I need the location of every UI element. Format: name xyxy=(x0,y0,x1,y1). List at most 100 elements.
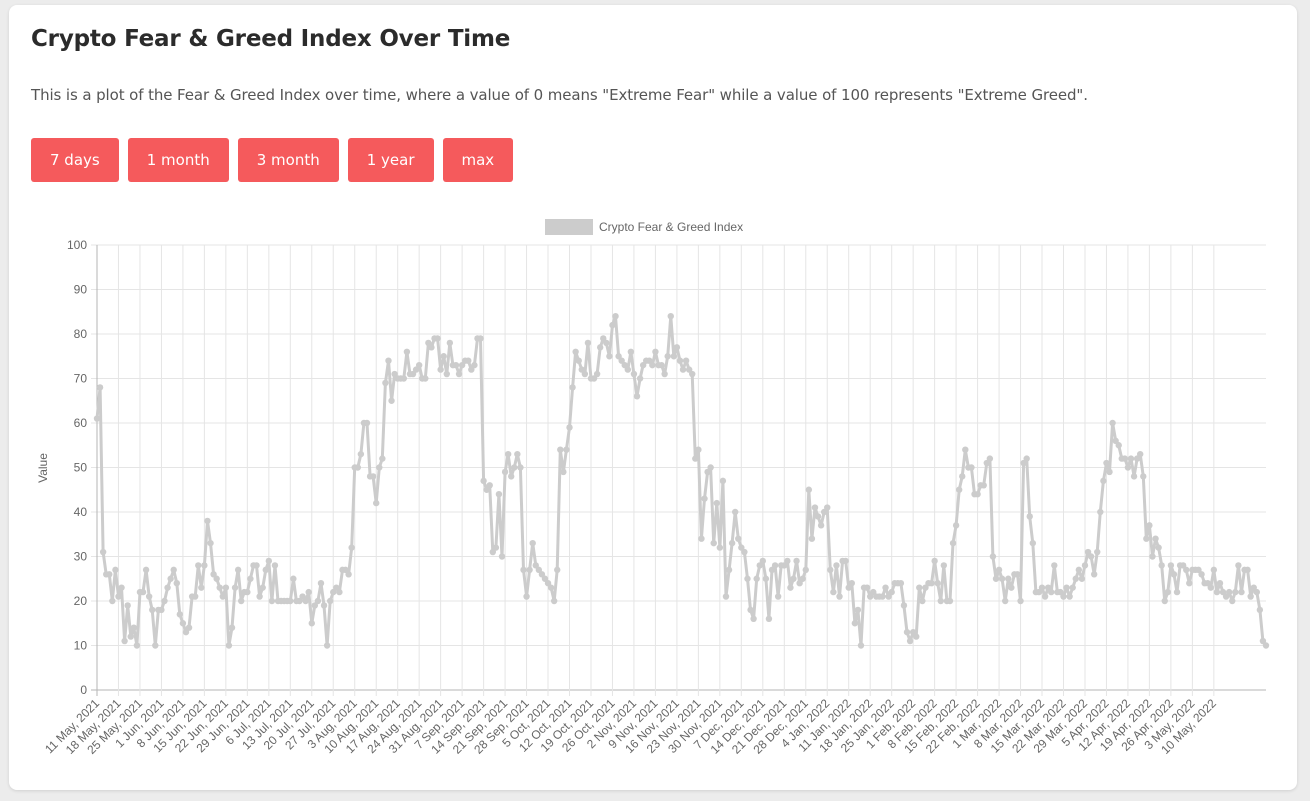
data-point xyxy=(354,464,362,471)
data-point xyxy=(897,580,905,587)
data-point xyxy=(1152,535,1159,542)
data-point xyxy=(1164,588,1172,596)
data-point xyxy=(550,597,558,605)
legend-swatch xyxy=(545,219,593,235)
data-point xyxy=(495,491,503,498)
data-point xyxy=(106,571,113,578)
data-point xyxy=(511,464,518,471)
data-point xyxy=(517,464,524,471)
data-point xyxy=(547,584,555,591)
data-point xyxy=(679,366,687,373)
data-point xyxy=(934,580,941,587)
data-point xyxy=(563,446,570,453)
data-point xyxy=(1140,473,1147,480)
data-point xyxy=(158,606,165,614)
data-point xyxy=(955,486,963,493)
data-point xyxy=(692,455,699,462)
data-point xyxy=(1023,455,1030,462)
data-point xyxy=(1100,477,1107,485)
data-point xyxy=(811,504,819,511)
data-point xyxy=(1094,548,1101,556)
data-point xyxy=(670,353,678,360)
chart-legend[interactable]: Crypto Fear & Greed Index xyxy=(545,219,743,235)
data-point xyxy=(253,562,260,569)
legend-label: Crypto Fear & Greed Index xyxy=(599,220,743,234)
data-point xyxy=(1161,597,1168,605)
data-point xyxy=(833,562,840,569)
data-point xyxy=(164,584,171,591)
data-point xyxy=(1124,464,1132,471)
y-tick-label: 90 xyxy=(74,283,88,297)
data-point xyxy=(323,642,331,649)
data-point xyxy=(1066,593,1073,600)
data-point xyxy=(1005,575,1012,582)
data-point xyxy=(1146,522,1153,529)
data-point xyxy=(118,584,125,591)
data-point xyxy=(946,597,954,605)
y-tick-label: 60 xyxy=(74,416,88,430)
data-point xyxy=(422,375,429,382)
data-point xyxy=(1167,562,1175,569)
data-point xyxy=(1121,455,1129,462)
y-tick-label: 0 xyxy=(80,683,87,697)
data-point xyxy=(808,535,816,542)
data-point xyxy=(523,593,530,600)
data-point xyxy=(130,624,138,631)
data-point xyxy=(903,628,911,636)
data-point xyxy=(596,344,604,351)
data-point xyxy=(771,562,779,569)
data-point xyxy=(667,313,674,320)
data-point xyxy=(1038,584,1046,591)
y-tick-label: 40 xyxy=(74,505,88,519)
data-point xyxy=(716,544,724,551)
data-point xyxy=(557,446,564,453)
data-point xyxy=(204,517,211,525)
data-point xyxy=(689,370,696,378)
data-point xyxy=(584,339,592,347)
data-point xyxy=(1247,593,1254,600)
data-point xyxy=(753,575,760,582)
data-point xyxy=(913,633,920,640)
data-point xyxy=(514,450,521,458)
data-point xyxy=(986,455,994,462)
data-point xyxy=(317,580,325,587)
data-point xyxy=(664,353,671,360)
data-point xyxy=(452,361,460,369)
data-point xyxy=(1087,553,1095,560)
data-point xyxy=(225,642,233,649)
data-point xyxy=(480,477,487,485)
data-point xyxy=(603,339,610,347)
data-point xyxy=(191,593,199,600)
data-point xyxy=(814,513,822,520)
data-point xyxy=(649,361,656,369)
data-point xyxy=(400,375,408,382)
data-point xyxy=(124,602,131,609)
data-point xyxy=(336,588,343,596)
data-point xyxy=(787,584,794,591)
data-point xyxy=(471,361,478,369)
data-point xyxy=(287,597,294,605)
data-point xyxy=(1262,642,1270,649)
data-point xyxy=(817,522,825,529)
data-point xyxy=(1103,459,1110,467)
y-tick-label: 30 xyxy=(74,550,88,564)
data-point xyxy=(710,539,717,547)
data-point xyxy=(906,637,914,645)
data-point xyxy=(554,566,561,574)
data-point xyxy=(1186,580,1193,587)
fear-greed-line-chart: 0 10 20 30 40 50 60 70 80 90 100 11 May, 202118 Ma… xyxy=(36,219,1270,757)
data-point xyxy=(569,384,576,391)
data-point xyxy=(698,535,705,542)
data-point xyxy=(265,557,273,565)
data-point xyxy=(805,486,813,493)
data-point xyxy=(1063,584,1070,591)
data-point xyxy=(998,575,1006,582)
data-point xyxy=(609,321,616,329)
data-point xyxy=(962,446,969,453)
y-tick-label: 70 xyxy=(74,372,88,386)
data-point xyxy=(731,508,739,516)
chart-grid xyxy=(91,244,1266,696)
series-fear-greed-index xyxy=(93,313,1270,649)
data-point xyxy=(477,335,484,342)
y-axis: 0 10 20 30 40 50 60 70 80 90 100 xyxy=(67,238,87,697)
